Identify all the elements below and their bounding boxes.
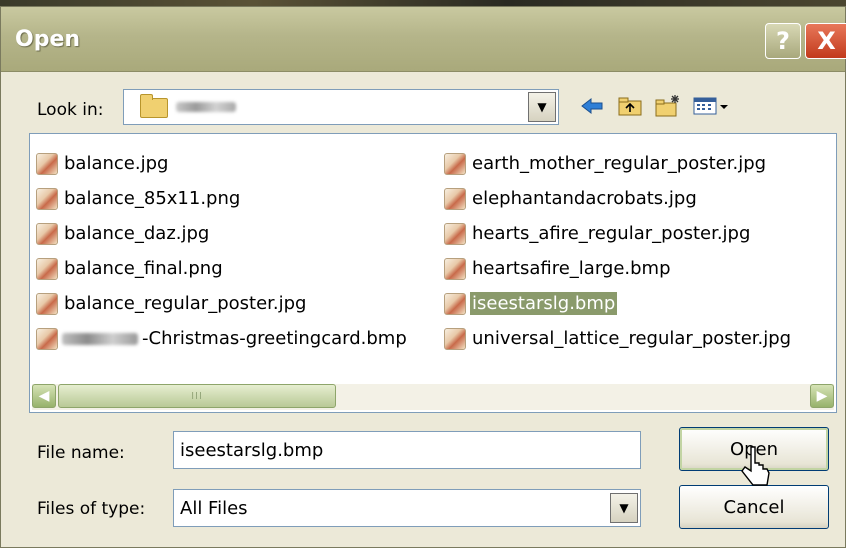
file-name: iseestarslg.bmp xyxy=(470,292,618,315)
help-icon: ? xyxy=(776,27,790,55)
look-in-dropdown-button[interactable]: ▼ xyxy=(528,92,556,122)
file-name: -Christmas-greetingcard.bmp xyxy=(142,328,407,349)
file-item[interactable]: -Christmas-greetingcard.bmp xyxy=(36,321,409,356)
folder-icon xyxy=(140,94,168,118)
file-item[interactable]: universal_lattice_regular_poster.jpg xyxy=(444,321,793,356)
title-bar[interactable]: Open ? X xyxy=(1,7,846,72)
chevron-left-icon: ◀ xyxy=(38,388,50,404)
up-one-level-button[interactable] xyxy=(615,91,645,121)
file-list-column-2: earth_mother_regular_poster.jpg elephanta… xyxy=(444,146,793,356)
image-file-icon xyxy=(444,187,466,210)
close-button[interactable]: X xyxy=(805,23,846,59)
views-menu-button[interactable] xyxy=(691,91,735,121)
redacted-text xyxy=(62,332,138,345)
files-of-type-dropdown-button[interactable]: ▼ xyxy=(610,493,638,523)
image-file-icon xyxy=(36,327,58,350)
image-file-icon xyxy=(444,222,466,245)
file-name: elephantandacrobats.jpg xyxy=(472,188,697,209)
scrollbar-thumb[interactable]: III xyxy=(58,384,336,408)
close-icon: X xyxy=(817,27,836,55)
dialog-title: Open xyxy=(15,27,81,52)
files-of-type-select[interactable]: All Files ▼ xyxy=(173,489,641,527)
horizontal-scrollbar[interactable]: ◀ III ▶ xyxy=(32,384,834,410)
file-name-label: File name: xyxy=(37,443,125,463)
file-name: balance.jpg xyxy=(64,153,169,174)
chevron-down-icon: ▼ xyxy=(537,100,547,114)
file-list[interactable]: balance.jpg balance_85x11.png balance_daz.… xyxy=(29,133,837,413)
back-arrow-icon xyxy=(581,97,603,115)
image-file-icon xyxy=(444,257,466,280)
files-of-type-value: All Files xyxy=(180,497,248,519)
file-name: balance_regular_poster.jpg xyxy=(64,293,307,314)
file-item[interactable]: earth_mother_regular_poster.jpg xyxy=(444,146,793,181)
file-name: earth_mother_regular_poster.jpg xyxy=(472,153,767,174)
image-file-icon xyxy=(444,327,466,350)
mouse-pointer-icon xyxy=(741,446,770,486)
scroll-right-button[interactable]: ▶ xyxy=(810,384,834,408)
look-in-combobox[interactable]: ▼ xyxy=(123,89,559,125)
cancel-button-label: Cancel xyxy=(723,496,785,518)
scrollbar-grip: III xyxy=(191,390,203,402)
chevron-right-icon: ▶ xyxy=(816,388,828,404)
file-name: heartsafire_large.bmp xyxy=(472,258,671,279)
chevron-down-icon: ▼ xyxy=(619,501,629,515)
file-item[interactable]: balance_final.png xyxy=(36,251,409,286)
help-button[interactable]: ? xyxy=(765,23,801,59)
up-folder-icon xyxy=(618,97,642,116)
file-name: hearts_afire_regular_poster.jpg xyxy=(472,223,751,244)
image-file-icon xyxy=(36,187,58,210)
image-file-icon xyxy=(36,292,58,315)
file-name: balance_final.png xyxy=(64,258,223,279)
folder-name-redacted xyxy=(176,102,236,112)
back-button[interactable] xyxy=(577,91,607,121)
file-name-value: iseestarslg.bmp xyxy=(180,439,324,461)
file-item[interactable]: balance_regular_poster.jpg xyxy=(36,286,409,321)
file-item[interactable]: elephantandacrobats.jpg xyxy=(444,181,793,216)
file-name-input[interactable]: iseestarslg.bmp xyxy=(173,431,641,469)
file-item[interactable]: iseestarslg.bmp xyxy=(444,286,793,321)
file-name: balance_85x11.png xyxy=(64,188,241,209)
file-item[interactable]: heartsafire_large.bmp xyxy=(444,251,793,286)
cancel-button[interactable]: Cancel xyxy=(679,485,829,529)
file-item[interactable]: balance_daz.jpg xyxy=(36,216,409,251)
new-folder-button[interactable] xyxy=(653,91,683,121)
file-list-column-1: balance.jpg balance_85x11.png balance_daz.… xyxy=(36,146,409,356)
image-file-icon xyxy=(36,257,58,280)
file-name: balance_daz.jpg xyxy=(64,223,210,244)
scroll-left-button[interactable]: ◀ xyxy=(32,384,56,408)
image-file-icon xyxy=(36,222,58,245)
image-file-icon xyxy=(444,292,466,315)
image-file-icon xyxy=(444,152,466,175)
image-file-icon xyxy=(36,152,58,175)
look-in-label: Look in: xyxy=(37,100,104,120)
files-of-type-label: Files of type: xyxy=(37,499,146,519)
views-menu-icon xyxy=(693,97,728,115)
file-name: universal_lattice_regular_poster.jpg xyxy=(472,328,792,349)
file-item[interactable]: balance.jpg xyxy=(36,146,409,181)
file-item[interactable]: hearts_afire_regular_poster.jpg xyxy=(444,216,793,251)
file-item[interactable]: balance_85x11.png xyxy=(36,181,409,216)
open-dialog: Open ? X Look in: ▼ balance.jpg balance_… xyxy=(0,6,846,548)
new-folder-icon xyxy=(655,95,679,117)
